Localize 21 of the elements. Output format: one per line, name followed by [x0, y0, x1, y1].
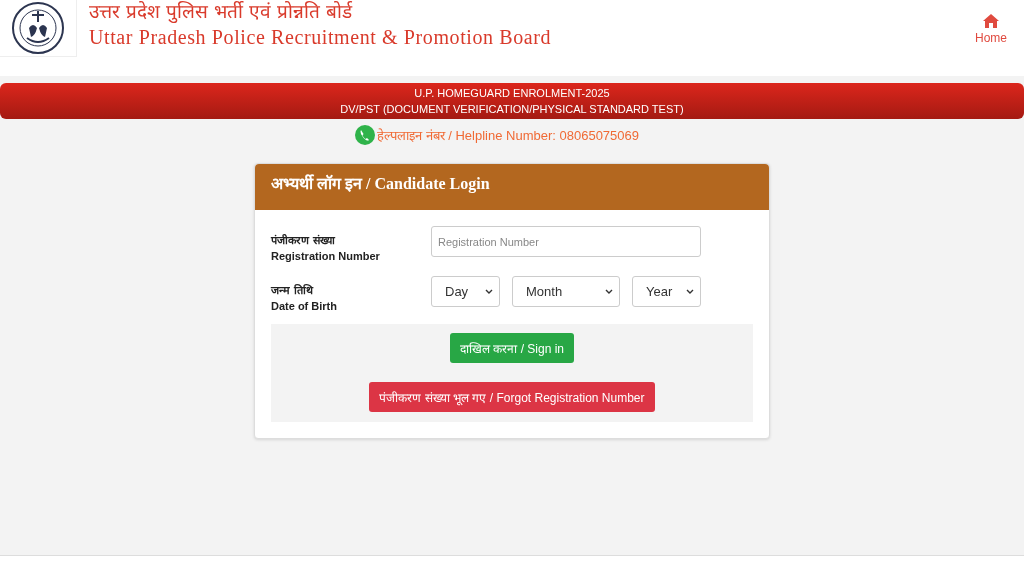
field-label: Registration Number	[271, 250, 381, 262]
forgot-button[interactable]: पंजीकरण संख्या भूल गए / Forgot Registration Number	[369, 382, 655, 412]
caret-icon	[686, 289, 694, 294]
caret-icon	[605, 289, 613, 294]
banner-text: DV/PST (DOCUMENT VERIFICATION/PHYSICAL STANDARD TEST)	[340, 102, 684, 117]
helpline-text: हेल्पलाइन नंबर / Helpline Number: 08065075069	[377, 127, 639, 144]
date-dropdown[interactable]: Month	[512, 276, 620, 307]
phone-icon	[355, 125, 375, 145]
field-label: पंजीकरण संख्या	[271, 233, 337, 247]
date-dropdown[interactable]: Year	[632, 276, 701, 307]
banner-text: U.P. HOMEGUARD ENROLMENT-2025	[414, 86, 610, 101]
site-title: उत्तर प्रदेश पुलिस भर्ती एवं प्रोन्नति बोर्ड	[89, 0, 354, 22]
home-link[interactable]: Home	[975, 14, 1007, 45]
home-icon	[983, 14, 999, 28]
registration-field[interactable]: Registration Number	[431, 226, 701, 257]
field-label: जन्म तिथि	[271, 283, 315, 297]
field-label: Date of Birth	[271, 300, 338, 312]
caret-icon	[485, 289, 493, 294]
card-title: अभ्यर्थी लॉग इन / Candidate Login	[255, 164, 769, 210]
site-subtitle: Uttar Pradesh Police Recruitment & Promotion Board	[89, 26, 552, 49]
date-dropdown[interactable]: Day	[431, 276, 500, 307]
